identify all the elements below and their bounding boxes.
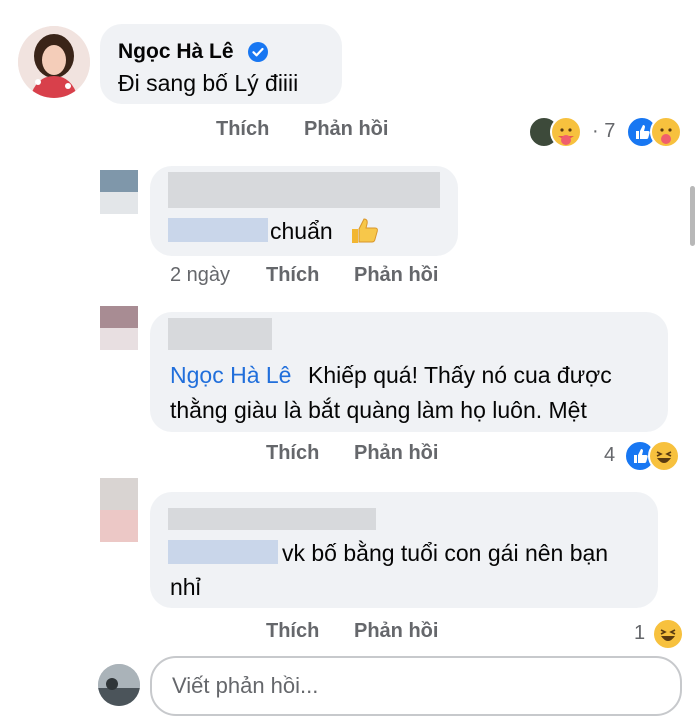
reply-avatar[interactable] — [100, 478, 138, 542]
redacted-mention — [168, 540, 278, 564]
reply-button[interactable]: Phản hồi — [354, 442, 438, 465]
reactions-summary[interactable]: · 7 — [528, 114, 688, 148]
reactions-summary[interactable]: 1 — [630, 616, 690, 650]
reply-text: chuẩn — [270, 218, 333, 244]
reply-text-line-2: nhỉ — [170, 574, 201, 600]
care-reaction-icon — [550, 116, 582, 148]
redacted-author — [168, 508, 376, 530]
reaction-count: 1 — [634, 622, 646, 644]
like-button[interactable]: Thích — [266, 442, 319, 465]
reply-text-line-1: vk bố bằng tuổi con gái nên bạn — [282, 540, 609, 566]
current-user-avatar[interactable] — [98, 664, 140, 706]
reply-text-line-1: Khiếp quá! Thấy nó cua được — [308, 362, 612, 388]
reaction-count: · 7 — [592, 120, 616, 142]
scrollbar[interactable] — [690, 186, 695, 246]
like-button[interactable]: Thích — [266, 620, 319, 643]
like-button[interactable]: Thích — [216, 118, 269, 141]
redacted-author — [168, 172, 440, 208]
reply-avatar[interactable] — [100, 170, 138, 214]
care-reaction-icon — [650, 116, 682, 148]
haha-reaction-icon — [652, 618, 684, 650]
redacted-mention — [168, 218, 268, 242]
reply-text-line-2: thằng giàu là bắt quàng làm họ luôn. Mệt — [170, 397, 587, 423]
reply-input[interactable] — [152, 658, 680, 714]
author-avatar[interactable] — [18, 26, 90, 98]
reply-mention[interactable]: Ngọc Hà Lê — [170, 358, 291, 392]
reply-input-container — [150, 656, 682, 716]
reply-button[interactable]: Phản hồi — [304, 118, 388, 141]
redacted-author — [168, 318, 272, 350]
reply-button[interactable]: Phản hồi — [354, 620, 438, 643]
reaction-count: 4 — [604, 444, 616, 466]
comment-text: Đi sang bố Lý điiii — [118, 70, 299, 96]
thumbs-up-icon — [348, 214, 382, 253]
verified-badge-icon — [247, 41, 269, 68]
haha-reaction-icon — [648, 440, 680, 472]
comment-author[interactable]: Ngọc Hà Lê — [118, 40, 234, 64]
reply-button[interactable]: Phản hồi — [354, 264, 438, 287]
like-button[interactable]: Thích — [266, 264, 319, 287]
reply-timestamp: 2 ngày — [170, 264, 231, 286]
reply-avatar[interactable] — [100, 306, 138, 350]
reactions-summary[interactable]: 4 — [600, 438, 690, 472]
